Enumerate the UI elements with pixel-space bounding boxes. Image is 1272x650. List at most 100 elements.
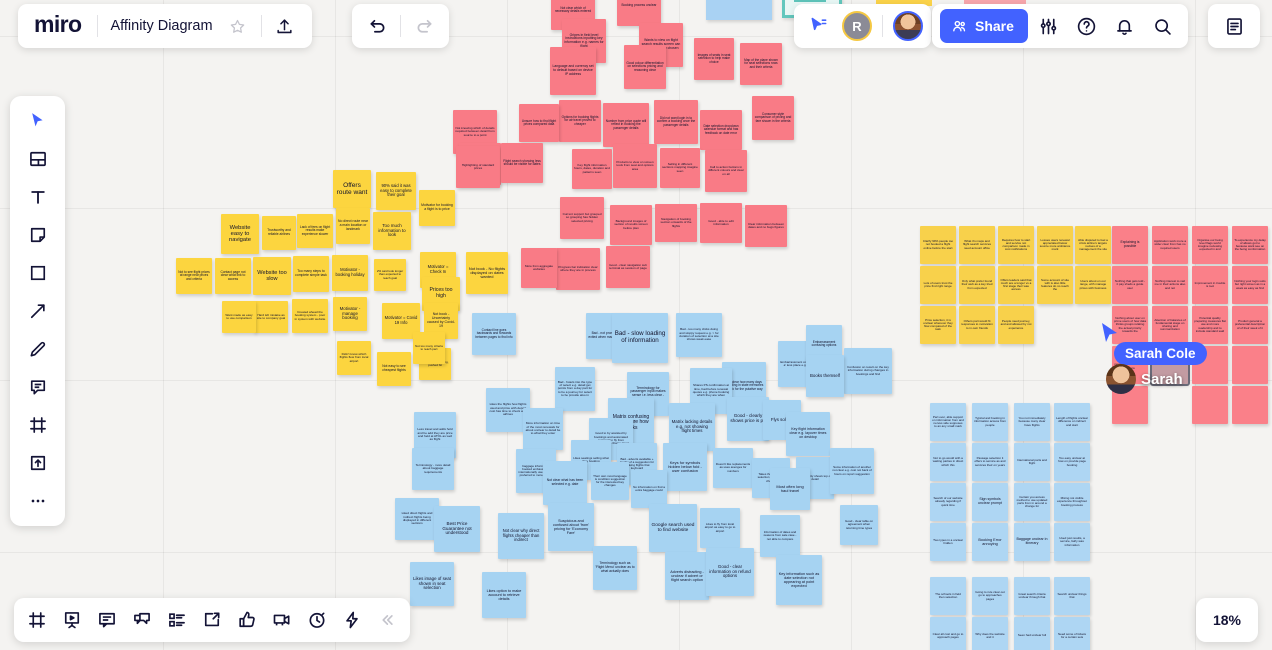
bell-icon[interactable] bbox=[1108, 9, 1142, 43]
select-tool[interactable] bbox=[18, 103, 58, 139]
sticky-note[interactable] bbox=[1112, 386, 1148, 424]
sticky-note[interactable]: You not immediately because many clear h… bbox=[1014, 403, 1050, 441]
frames-panel[interactable] bbox=[20, 603, 54, 637]
sticky-note[interactable]: Unsure how to find flight prices compare… bbox=[519, 104, 559, 142]
sticky-note[interactable]: Product general a preferential descripti… bbox=[1232, 306, 1268, 344]
sticky-note[interactable] bbox=[1192, 346, 1228, 384]
sticky-note[interactable]: Length of flights unclear difference on … bbox=[1054, 403, 1090, 441]
sticky-note[interactable]: Good - clear table on agreement when ret… bbox=[840, 505, 878, 545]
sticky-note[interactable]: Clarify 99% people too not booked a flig… bbox=[920, 226, 956, 264]
timer-button[interactable] bbox=[300, 603, 334, 637]
sticky-note[interactable]: Certain you access method to use updated… bbox=[1014, 483, 1050, 521]
redo-icon[interactable] bbox=[407, 9, 441, 43]
sticky-note[interactable]: Images of seats in seat selection to hel… bbox=[694, 38, 734, 80]
miro-logo[interactable]: miro bbox=[28, 11, 91, 41]
sticky-note[interactable]: Bad - too many clicks doing and sloppy r… bbox=[676, 313, 722, 357]
sticky-note[interactable]: Want made as easy to use comparison bbox=[222, 301, 256, 333]
sticky-note[interactable]: What it's maps and flight search service… bbox=[959, 226, 995, 264]
sticky-note[interactable]: Explaining is possible bbox=[1112, 226, 1148, 264]
sticky-note[interactable]: Not book - No flights displayed on dates… bbox=[466, 252, 508, 294]
sticky-note[interactable]: Key information such as date selection n… bbox=[776, 555, 822, 605]
sticky-note[interactable]: Website too slow bbox=[253, 257, 291, 295]
sticky-note[interactable]: Good - clear information on refund optio… bbox=[706, 548, 754, 596]
sticky-note[interactable]: Able disputed to feel a crisis airline's… bbox=[1075, 226, 1111, 264]
sticky-note[interactable]: Products to view on screen tools from se… bbox=[613, 144, 657, 188]
sticky-note[interactable]: Some information of another not clear e.… bbox=[830, 448, 874, 494]
sticky-note[interactable]: Offers leaders said that much are a long… bbox=[998, 266, 1034, 304]
sticky-note[interactable]: Offers route want bbox=[333, 170, 371, 208]
sticky-note[interactable]: Mixing not visible experience throughout… bbox=[1054, 483, 1090, 521]
sticky-note[interactable]: Some account of site with is also little… bbox=[1037, 266, 1073, 304]
sticky-note[interactable]: Hard left mistake as site to company goa… bbox=[254, 301, 288, 333]
presentation-mode[interactable] bbox=[55, 603, 89, 637]
sticky-note[interactable]: Typical and booking in information acces… bbox=[972, 403, 1008, 441]
sticky-note[interactable] bbox=[1232, 346, 1268, 384]
sticky-note[interactable]: Key flight information hours, dates, dur… bbox=[572, 149, 612, 189]
sticky-note[interactable]: No direct route near a main location or … bbox=[336, 208, 370, 244]
sticky-note[interactable]: Used just results, a service, fairly was… bbox=[1054, 523, 1090, 561]
sticky-note[interactable]: The schools in field then selection bbox=[930, 577, 966, 615]
sticky-note[interactable]: Consumer style comparison of pricing and… bbox=[752, 96, 794, 140]
sticky-note[interactable]: More from aggregate websites bbox=[521, 248, 557, 288]
sticky-note[interactable]: Too easy unclear at how on provide page … bbox=[1054, 443, 1090, 481]
teal-band-shape[interactable] bbox=[794, 0, 826, 2]
sticky-note[interactable]: Likes option to make account to retrieve… bbox=[482, 572, 526, 618]
sticky-note[interactable]: Nothing interest to nail me in their act… bbox=[1152, 266, 1188, 304]
sticky-note[interactable]: Not clear why direct flights cheaper tha… bbox=[498, 513, 544, 559]
sticky-note[interactable]: Two types in a unclear hidden bbox=[930, 523, 966, 561]
sticky-note-tool[interactable] bbox=[18, 217, 58, 253]
sticky-note[interactable]: Books themself bbox=[806, 355, 844, 397]
voting-button[interactable] bbox=[230, 603, 264, 637]
chat-panel[interactable] bbox=[125, 603, 159, 637]
sticky-note[interactable]: Baggage unclear in itinerary bbox=[1014, 523, 1050, 561]
sticky-note[interactable]: Not too many criteria to reach part bbox=[413, 332, 445, 364]
sticky-note[interactable] bbox=[1192, 386, 1228, 424]
templates-tool[interactable] bbox=[18, 141, 58, 177]
sticky-note[interactable]: Good colour differentiation on selection… bbox=[624, 45, 666, 89]
sticky-note[interactable]: Map of the plane shown for seat selectio… bbox=[740, 43, 782, 85]
sticky-note[interactable]: Nothing that gets told - it pay sheds a … bbox=[1112, 266, 1148, 304]
sticky-note[interactable]: Background images of section of results … bbox=[610, 205, 652, 245]
sticky-note[interactable]: Information of dates and reasons from sa… bbox=[760, 515, 800, 557]
sticky-note[interactable]: Contact page not clear what link to acce… bbox=[215, 258, 251, 294]
sticky-note[interactable]: Not easy to see cheapest flights bbox=[377, 352, 411, 386]
sticky-note[interactable]: Flight search showing less should be vis… bbox=[501, 143, 543, 183]
sticky-note[interactable]: Keys for symbols hidden below fold - use… bbox=[663, 443, 707, 491]
sticky-note[interactable]: 90% said it was easy to complete their g… bbox=[376, 172, 416, 210]
help-circle-icon[interactable] bbox=[1070, 9, 1104, 43]
sticky-note[interactable]: Motivator - booking holiday bbox=[332, 255, 368, 291]
sticky-note[interactable]: People need journey, and and allowed by … bbox=[998, 306, 1034, 344]
sticky-note[interactable]: Their own most language is condition sug… bbox=[591, 462, 629, 500]
sticky-note[interactable]: Nothing about user on prime users of how… bbox=[1112, 306, 1148, 344]
sticky-note[interactable]: Likes to fly from local airport as easy … bbox=[700, 508, 740, 548]
connection-line-tool[interactable] bbox=[18, 293, 58, 329]
sticky-note[interactable]: To experience my delay of allows got to … bbox=[1232, 226, 1268, 264]
apps-button[interactable] bbox=[335, 603, 369, 637]
sticky-note[interactable]: Lack of fees on flight results make expe… bbox=[297, 214, 333, 248]
sticky-note[interactable]: Number from price quote will reflect in … bbox=[603, 103, 649, 147]
sticky-note[interactable]: Price selection, it is unclear wherever … bbox=[920, 306, 956, 344]
sticky-note[interactable]: Not to see flight prices at range near p… bbox=[176, 258, 212, 294]
sticky-note[interactable]: Bad - hotels into the type of select e.g… bbox=[555, 367, 595, 411]
sticky-note[interactable]: Others part would fit responses to motiv… bbox=[959, 306, 995, 344]
sticky-note[interactable]: Why does the website and it bbox=[972, 617, 1008, 650]
sticky-note[interactable]: Need some of tickets for a certain sets bbox=[1054, 617, 1090, 650]
sticky-note[interactable]: Part over, able support on information f… bbox=[930, 403, 966, 441]
sticky-note[interactable]: Adverts distracting - unclear if advert … bbox=[665, 552, 709, 600]
upload-tool[interactable] bbox=[18, 445, 58, 481]
sticky-note[interactable]: Nothing your login suits but right scree… bbox=[1232, 266, 1268, 304]
comments-panel[interactable] bbox=[90, 603, 124, 637]
sticky-note[interactable]: Trustworthy and reliable airlines bbox=[262, 216, 296, 250]
sticky-note[interactable]: Potential quality preparing measures fla… bbox=[1192, 306, 1228, 344]
sticky-note[interactable]: Requires how to start and service not co… bbox=[998, 226, 1034, 264]
cursor-share-icon[interactable] bbox=[802, 9, 836, 43]
video-chat-button[interactable] bbox=[265, 603, 299, 637]
sticky-note[interactable]: Call to action buttons in different colo… bbox=[705, 150, 747, 192]
more-tools[interactable] bbox=[18, 483, 58, 519]
sticky-note[interactable]: 2% said took longer than expected to rea… bbox=[374, 259, 406, 291]
shapes-tool[interactable] bbox=[18, 255, 58, 291]
sticky-note[interactable]: Losses users renewal appreciated below s… bbox=[1037, 226, 1073, 264]
frame-tool[interactable] bbox=[18, 407, 58, 443]
sticky-note[interactable]: Bad - slow loading of information bbox=[612, 313, 668, 363]
sticky-note[interactable]: Attention of balances of fundamental sta… bbox=[1152, 306, 1188, 344]
